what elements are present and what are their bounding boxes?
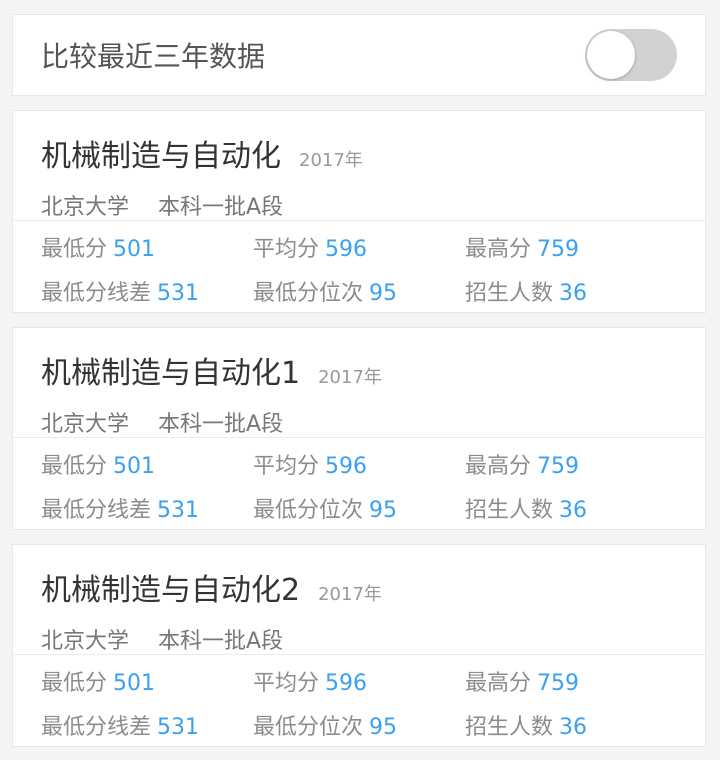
batch-name: 本科一批A段 bbox=[158, 195, 284, 220]
stat-min-score: 最低分 501 bbox=[41, 454, 156, 479]
card-header: 机械制造与自动化 2017年 北京大学 本科一批A段 bbox=[13, 111, 705, 221]
stat-max-score: 最高分 759 bbox=[465, 454, 580, 479]
stat-min-line-diff: 最低分线差 531 bbox=[41, 715, 200, 740]
major-name: 机械制造与自动化 bbox=[41, 139, 281, 174]
stat-avg-score: 平均分 596 bbox=[253, 237, 368, 262]
toggle-knob bbox=[587, 31, 635, 79]
compare-toggle-switch[interactable] bbox=[585, 29, 677, 81]
school-name: 北京大学 bbox=[41, 195, 130, 220]
major-card[interactable]: 机械制造与自动化2 2017年 北京大学 本科一批A段 最低分 501 平均分 59… bbox=[12, 544, 706, 747]
score-list-page: 比较最近三年数据 机械制造与自动化 2017年 北京大学 本科一批A段 最低分 5… bbox=[12, 14, 706, 747]
stat-enrollment: 招生人数 36 bbox=[465, 498, 588, 523]
stat-min-rank: 最低分位次 95 bbox=[253, 715, 398, 740]
stat-avg-score: 平均分 596 bbox=[253, 671, 368, 696]
card-header: 机械制造与自动化2 2017年 北京大学 本科一批A段 bbox=[13, 545, 705, 655]
stats-grid: 最低分 501 平均分 596 最高分 759 最低分线差 531 最低分位次 95 招生… bbox=[13, 655, 705, 741]
batch-name: 本科一批A段 bbox=[158, 629, 284, 654]
year-label: 2017年 bbox=[299, 150, 363, 171]
major-name: 机械制造与自动化2 bbox=[41, 573, 301, 608]
stat-avg-score: 平均分 596 bbox=[253, 454, 368, 479]
compare-toggle-label: 比较最近三年数据 bbox=[41, 40, 266, 73]
stat-min-line-diff: 最低分线差 531 bbox=[41, 498, 200, 523]
stat-max-score: 最高分 759 bbox=[465, 237, 580, 262]
stat-enrollment: 招生人数 36 bbox=[465, 715, 588, 740]
year-label: 2017年 bbox=[318, 584, 382, 605]
card-header: 机械制造与自动化1 2017年 北京大学 本科一批A段 bbox=[13, 328, 705, 438]
stat-min-line-diff: 最低分线差 531 bbox=[41, 281, 200, 306]
stat-min-score: 最低分 501 bbox=[41, 237, 156, 262]
major-name: 机械制造与自动化1 bbox=[41, 356, 301, 391]
stats-grid: 最低分 501 平均分 596 最高分 759 最低分线差 531 最低分位次 95 招生… bbox=[13, 438, 705, 524]
stat-max-score: 最高分 759 bbox=[465, 671, 580, 696]
year-label: 2017年 bbox=[318, 367, 382, 388]
compare-three-years-row: 比较最近三年数据 bbox=[12, 14, 706, 96]
stats-grid: 最低分 501 平均分 596 最高分 759 最低分线差 531 最低分位次 95 招生… bbox=[13, 221, 705, 307]
batch-name: 本科一批A段 bbox=[158, 412, 284, 437]
stat-enrollment: 招生人数 36 bbox=[465, 281, 588, 306]
school-name: 北京大学 bbox=[41, 629, 130, 654]
school-name: 北京大学 bbox=[41, 412, 130, 437]
stat-min-rank: 最低分位次 95 bbox=[253, 281, 398, 306]
stat-min-score: 最低分 501 bbox=[41, 671, 156, 696]
major-card[interactable]: 机械制造与自动化 2017年 北京大学 本科一批A段 最低分 501 平均分 596… bbox=[12, 110, 706, 313]
stat-min-rank: 最低分位次 95 bbox=[253, 498, 398, 523]
major-card[interactable]: 机械制造与自动化1 2017年 北京大学 本科一批A段 最低分 501 平均分 59… bbox=[12, 327, 706, 530]
